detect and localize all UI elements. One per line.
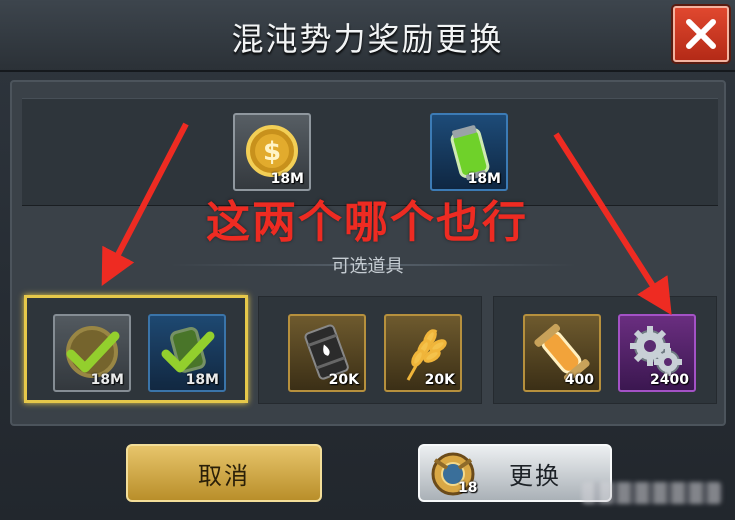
- exchange-label: 更换: [509, 461, 561, 490]
- annotation-arrows: [101, 122, 672, 316]
- watermark: [582, 482, 722, 504]
- exchange-dialog: 混沌势力奖励更换 $ 18M 18M 这两个哪个也行 可选道具 18M 18M …: [0, 0, 735, 520]
- exchange-cost-qty: 18: [458, 480, 478, 496]
- cancel-label: 取消: [198, 461, 250, 490]
- cancel-button[interactable]: 取消: [126, 444, 322, 502]
